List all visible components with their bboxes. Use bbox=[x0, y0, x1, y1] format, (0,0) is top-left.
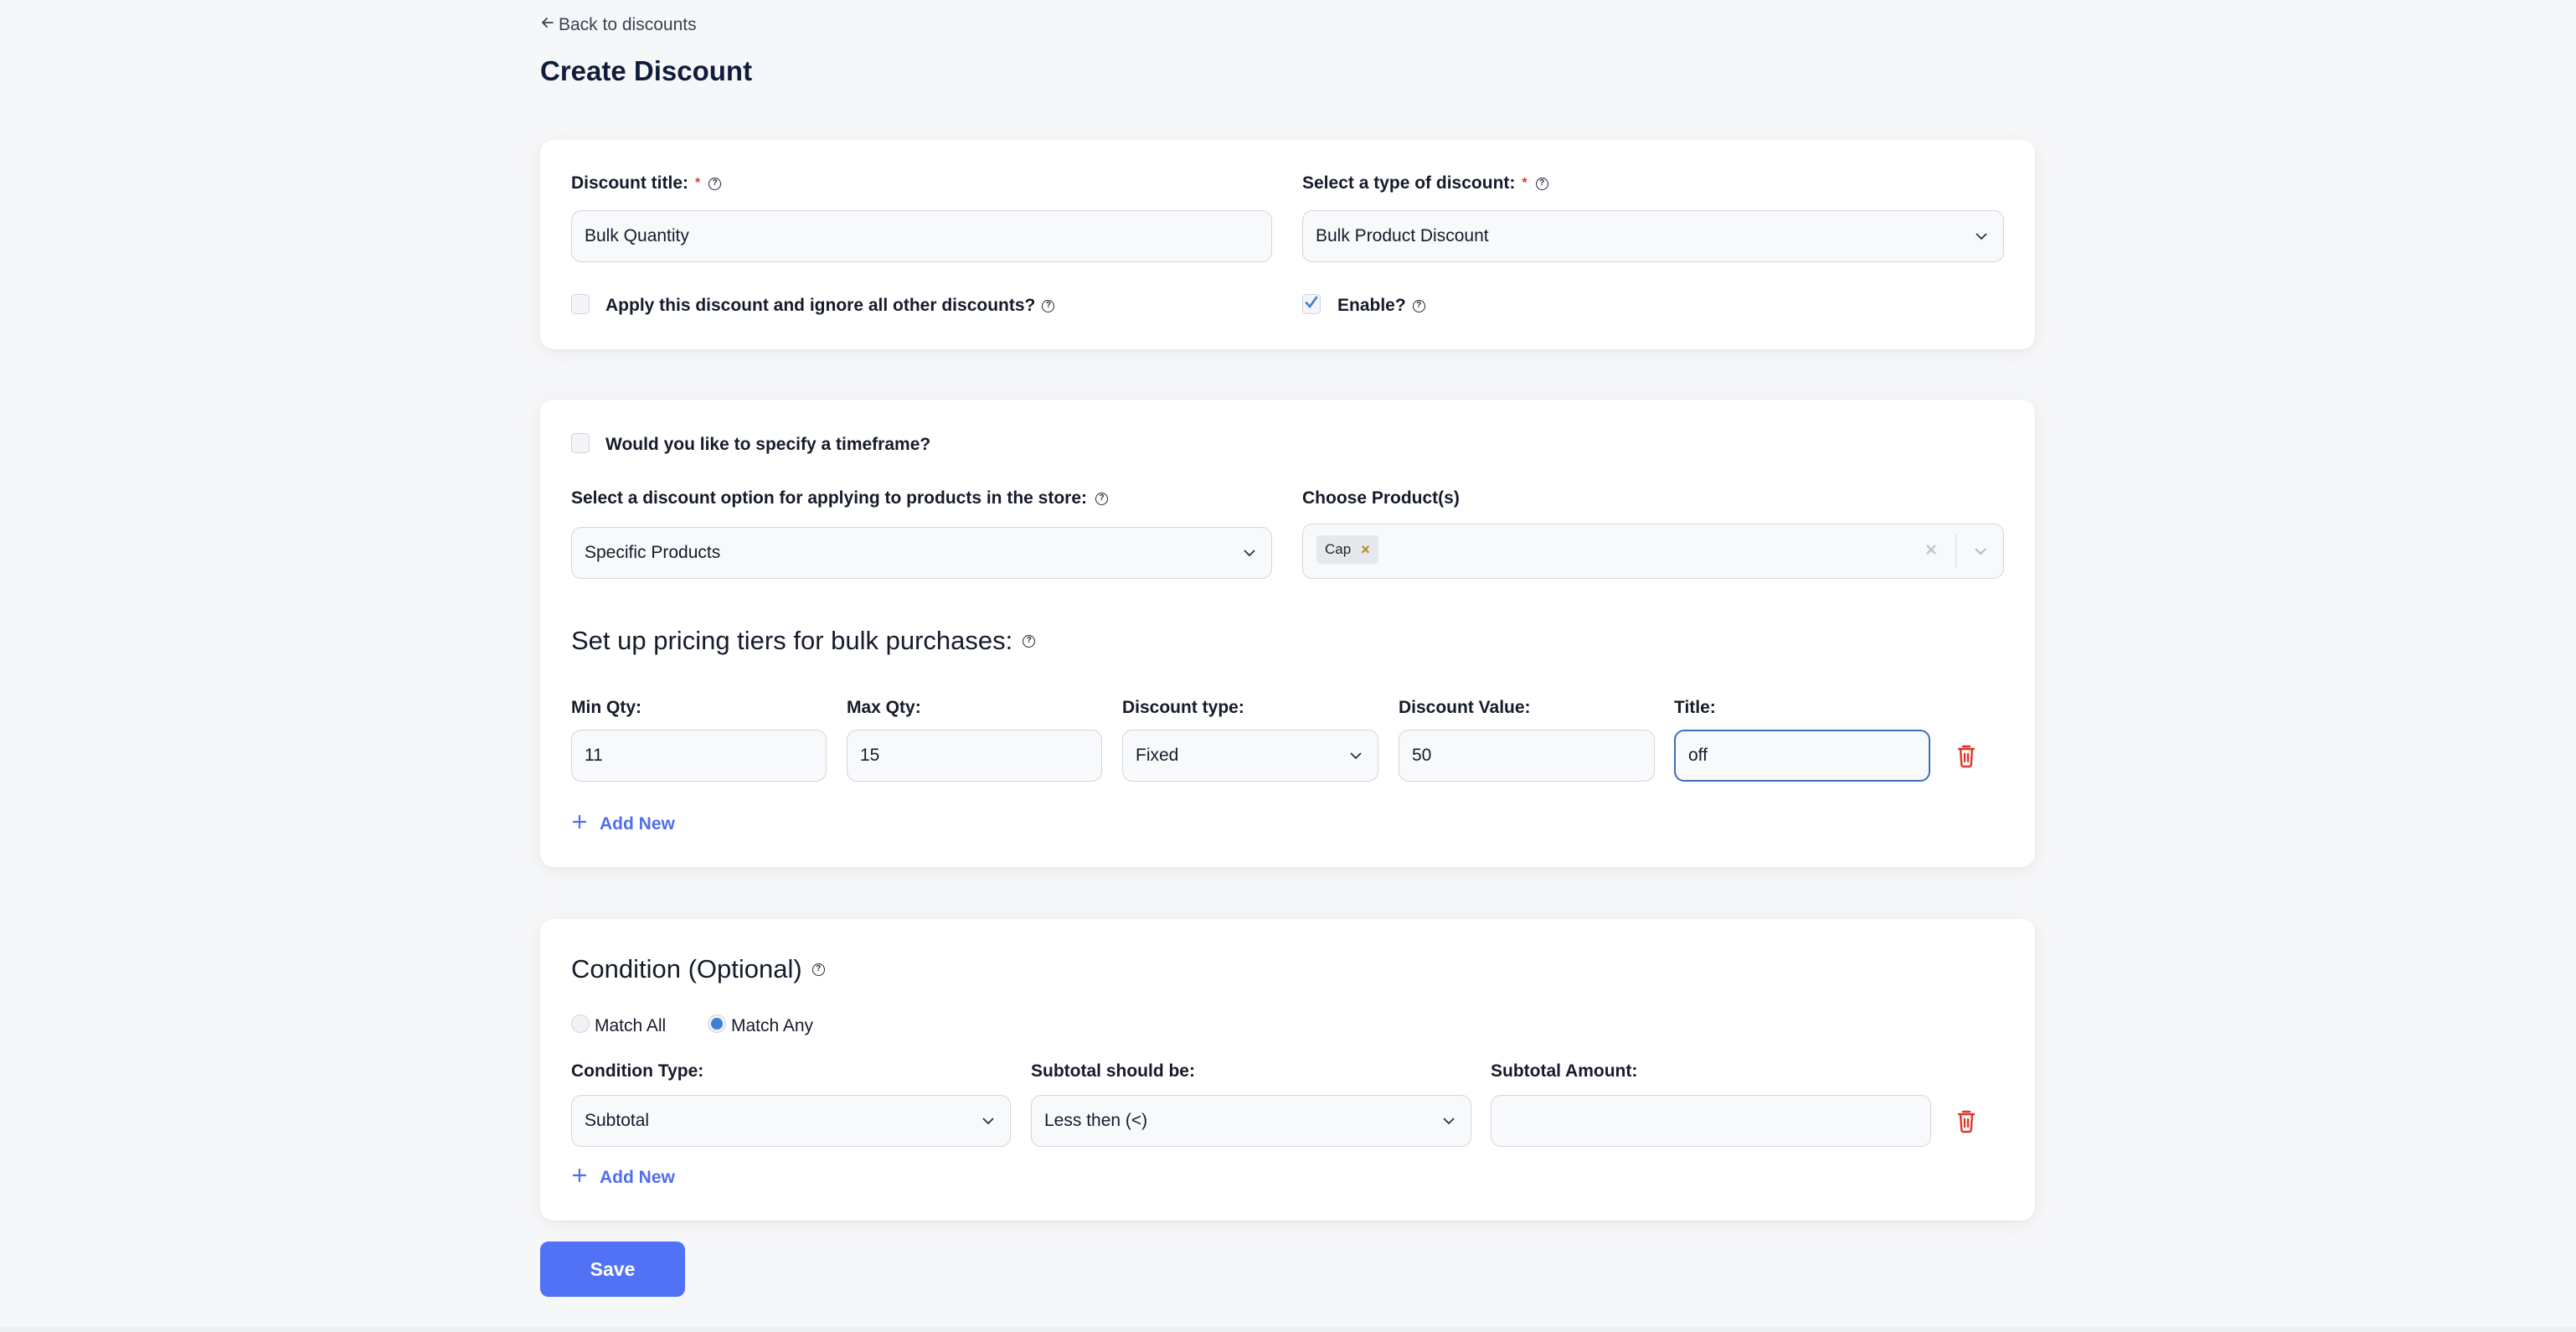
timeframe-checkbox[interactable] bbox=[571, 433, 590, 453]
products-multiselect[interactable]: Cap × bbox=[1302, 524, 2004, 579]
tier-discount-type-select[interactable]: Fixed bbox=[1122, 730, 1378, 782]
chevron-down-icon bbox=[980, 1113, 997, 1129]
min-qty-label: Min Qty: bbox=[571, 698, 641, 717]
page-footer-strip bbox=[0, 1327, 2576, 1332]
subtotal-amount-label: Subtotal Amount: bbox=[1491, 1061, 1638, 1081]
selected-product-chip: Cap × bbox=[1316, 535, 1378, 564]
delete-condition-button[interactable] bbox=[1955, 1108, 1977, 1133]
add-condition-button[interactable]: Add New bbox=[571, 1167, 675, 1189]
chevron-down-icon bbox=[1973, 228, 1990, 245]
help-icon[interactable]: ? bbox=[1535, 177, 1548, 190]
condition-type-label: Condition Type: bbox=[571, 1061, 704, 1081]
subtotal-operator-label: Subtotal should be: bbox=[1031, 1061, 1195, 1081]
back-to-discounts-link[interactable]: Back to discounts bbox=[540, 15, 697, 35]
help-icon[interactable]: ? bbox=[1042, 299, 1055, 312]
choose-products-label: Choose Product(s) bbox=[1302, 488, 1460, 508]
plus-icon bbox=[571, 813, 588, 835]
help-icon[interactable]: ? bbox=[708, 177, 722, 190]
plus-icon bbox=[571, 1167, 588, 1189]
discount-type-select[interactable]: Bulk Product Discount bbox=[1302, 210, 2004, 262]
discount-value-input[interactable]: 50 bbox=[1399, 730, 1655, 782]
help-icon[interactable]: ? bbox=[811, 963, 825, 976]
chevron-down-icon[interactable] bbox=[1973, 541, 1988, 561]
help-icon[interactable]: ? bbox=[1095, 492, 1109, 505]
subtotal-amount-input[interactable] bbox=[1491, 1095, 1931, 1147]
products-and-tiers-card: Would you like to specify a timeframe? S… bbox=[540, 400, 2035, 867]
add-tier-button[interactable]: Add New bbox=[571, 813, 675, 835]
min-qty-input[interactable]: 11 bbox=[571, 730, 827, 782]
tier-title-label: Title: bbox=[1674, 698, 1716, 717]
chevron-down-icon bbox=[1440, 1113, 1457, 1129]
help-icon[interactable]: ? bbox=[1412, 299, 1425, 312]
general-settings-card: Discount title: * ? Bulk Quantity Apply … bbox=[540, 140, 2035, 349]
required-marker: * bbox=[695, 176, 701, 190]
apply-option-select[interactable]: Specific Products bbox=[571, 527, 1272, 579]
max-qty-label: Max Qty: bbox=[847, 698, 921, 717]
subtotal-operator-select[interactable]: Less then (<) bbox=[1031, 1095, 1471, 1147]
radio-selected-dot bbox=[711, 1018, 723, 1030]
discount-title-input[interactable]: Bulk Quantity bbox=[571, 210, 1272, 262]
discount-title-label: Discount title: * ? bbox=[571, 173, 722, 194]
exclusive-discount-label: Apply this discount and ignore all other… bbox=[605, 296, 1055, 316]
delete-tier-button[interactable] bbox=[1955, 743, 1977, 768]
trash-icon bbox=[1955, 1110, 1977, 1137]
conditions-heading: Condition (Optional) ? bbox=[571, 954, 825, 984]
enable-label: Enable? ? bbox=[1337, 296, 1425, 316]
apply-option-label: Select a discount option for applying to… bbox=[571, 488, 1109, 509]
exclusive-discount-checkbox[interactable] bbox=[571, 294, 590, 314]
separator bbox=[1955, 534, 1956, 568]
back-link-label: Back to discounts bbox=[559, 15, 697, 34]
chevron-down-icon bbox=[1241, 545, 1258, 561]
clear-all-icon[interactable] bbox=[1924, 541, 1938, 561]
timeframe-label: Would you like to specify a timeframe? bbox=[605, 435, 931, 454]
arrow-left-icon bbox=[540, 15, 555, 35]
condition-type-select[interactable]: Subtotal bbox=[571, 1095, 1011, 1147]
match-any-label: Match Any bbox=[731, 1016, 814, 1035]
trash-icon bbox=[1955, 745, 1977, 772]
max-qty-input[interactable]: 15 bbox=[847, 730, 1102, 782]
x-icon[interactable]: × bbox=[1361, 541, 1370, 559]
save-button[interactable]: Save bbox=[540, 1242, 685, 1297]
discount-type-column-label: Discount type: bbox=[1122, 698, 1244, 717]
tiers-heading: Set up pricing tiers for bulk purchases:… bbox=[571, 626, 1036, 656]
tier-title-input[interactable]: off bbox=[1674, 730, 1930, 782]
match-all-radio[interactable] bbox=[571, 1014, 590, 1033]
discount-value-label: Discount Value: bbox=[1399, 698, 1531, 717]
match-any-radio[interactable] bbox=[708, 1014, 726, 1033]
conditions-card: Condition (Optional) ? Match All Match A… bbox=[540, 919, 2035, 1221]
discount-type-label: Select a type of discount: * ? bbox=[1302, 173, 1548, 194]
page-title: Create Discount bbox=[540, 55, 753, 86]
checkmark-icon bbox=[1305, 296, 1318, 313]
match-all-label: Match All bbox=[595, 1016, 667, 1035]
help-icon[interactable]: ? bbox=[1023, 634, 1036, 648]
chevron-down-icon bbox=[1347, 747, 1364, 764]
enable-checkbox[interactable] bbox=[1302, 294, 1321, 314]
required-marker: * bbox=[1522, 176, 1528, 190]
